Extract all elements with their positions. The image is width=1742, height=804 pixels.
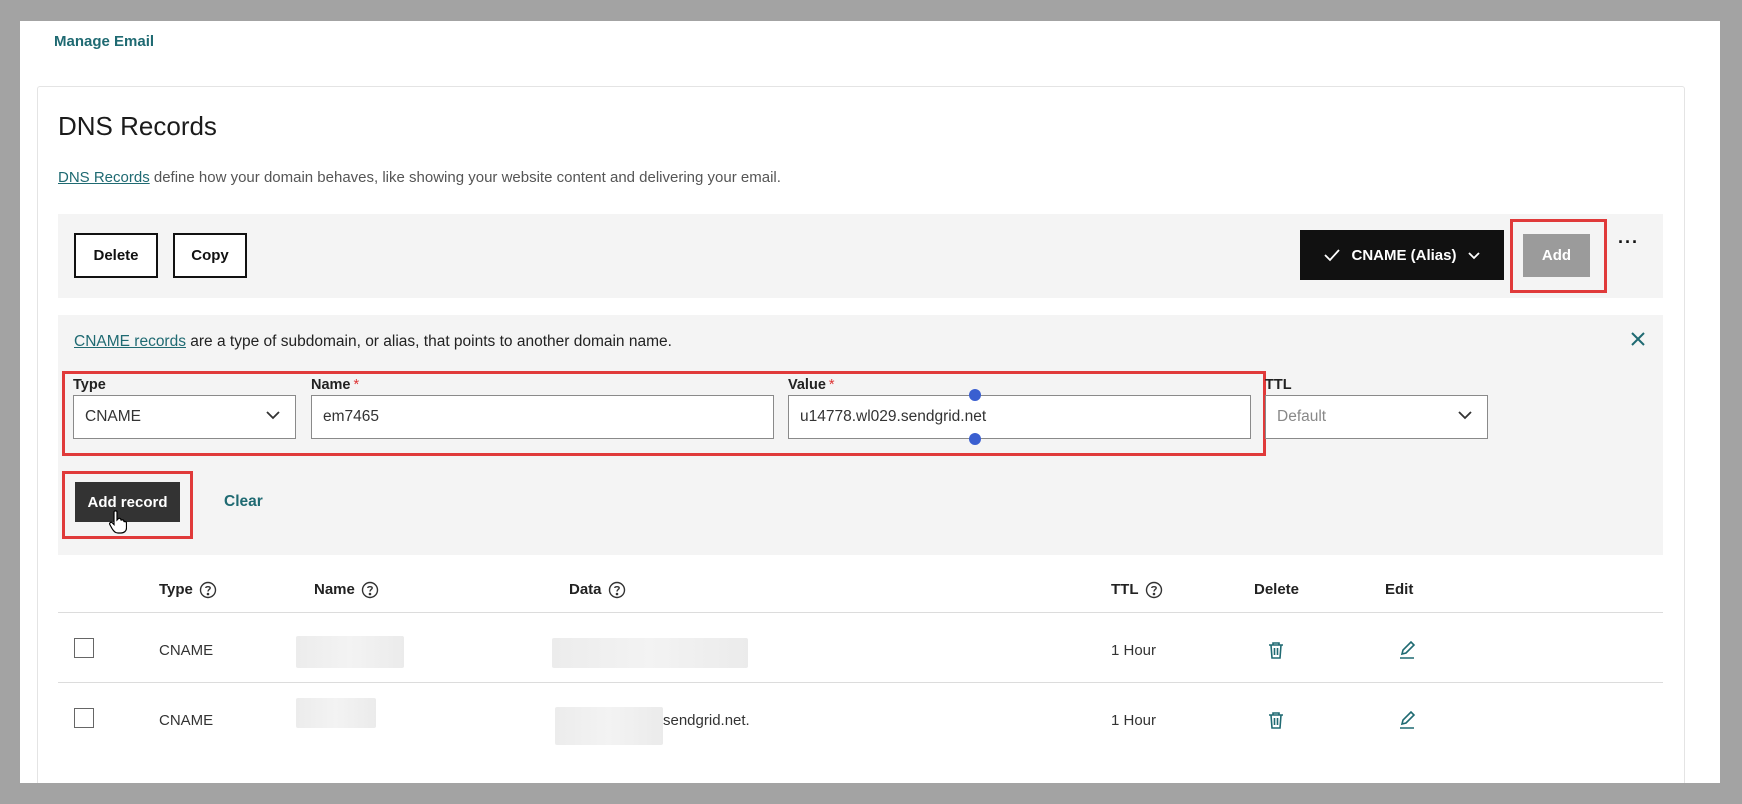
add-button[interactable]: Add — [1523, 234, 1590, 277]
type-select[interactable]: CNAME — [73, 395, 296, 439]
close-icon[interactable] — [1628, 329, 1648, 349]
header-delete: Delete — [1254, 581, 1300, 598]
table-row: CNAME 1 Hour — [58, 612, 1663, 690]
pencil-icon[interactable] — [1398, 710, 1416, 730]
value-label-text: Value — [788, 377, 826, 393]
type-select-value: CNAME — [85, 408, 141, 425]
row-type: CNAME — [159, 712, 214, 729]
cname-description: CNAME records are a type of subdomain, o… — [74, 333, 672, 351]
row-type: CNAME — [159, 642, 214, 659]
header-type-label: Type — [159, 581, 193, 598]
type-label: Type — [73, 377, 106, 393]
value-input-value: u14778.wl029.sendgrid.net — [800, 408, 987, 425]
add-record-button[interactable]: Add record — [75, 482, 180, 522]
row-data-suffix: sendgrid.net. — [663, 712, 750, 729]
checkmark-icon — [1324, 249, 1341, 262]
name-input[interactable]: em7465 — [311, 395, 774, 439]
help-icon[interactable] — [608, 581, 626, 599]
help-icon[interactable] — [199, 581, 217, 599]
copy-button[interactable]: Copy — [173, 233, 247, 278]
redacted-name — [296, 636, 404, 668]
cname-description-text: are a type of subdomain, or alias, that … — [185, 333, 672, 350]
pencil-icon[interactable] — [1398, 640, 1416, 660]
trash-icon[interactable] — [1267, 640, 1285, 660]
header-name: Name — [314, 567, 379, 612]
help-icon[interactable] — [361, 581, 379, 599]
records-toolbar: Delete Copy CNAME (Alias) Add ··· — [58, 214, 1663, 298]
clear-link[interactable]: Clear — [224, 493, 263, 511]
add-record-form: CNAME records are a type of subdomain, o… — [58, 315, 1663, 555]
row-ttl: 1 Hour — [1111, 712, 1157, 729]
table-row: CNAME sendgrid.net. 1 Hour — [58, 682, 1663, 760]
row-checkbox[interactable] — [74, 638, 94, 658]
header-type: Type — [159, 567, 217, 612]
required-mark: * — [353, 377, 360, 393]
text-selection-handle-top[interactable] — [969, 389, 981, 401]
ttl-label: TTL — [1265, 377, 1292, 393]
header-data: Data — [569, 567, 626, 612]
add-record-highlight: Add record — [62, 471, 193, 539]
manage-email-link[interactable]: Manage Email — [54, 33, 154, 50]
header-ttl: TTL — [1111, 567, 1163, 612]
header-data-label: Data — [569, 581, 602, 598]
value-label: Value * — [788, 377, 835, 393]
dns-records-card: DNS Records DNS Records define how your … — [37, 86, 1685, 783]
delete-button[interactable]: Delete — [74, 233, 158, 278]
name-label: Name * — [311, 377, 359, 393]
app-frame: Manage Email DNS Records DNS Records def… — [20, 21, 1720, 783]
chevron-down-icon — [1467, 251, 1480, 259]
row-checkbox[interactable] — [74, 708, 94, 728]
page-title: DNS Records — [58, 111, 217, 141]
dns-description: DNS Records define how your domain behav… — [58, 169, 781, 186]
dns-description-text: define how your domain behaves, like sho… — [149, 169, 781, 186]
record-type-selected: CNAME (Alias) — [1351, 246, 1457, 264]
help-icon[interactable] — [1145, 581, 1163, 599]
header-edit: Edit — [1385, 581, 1414, 598]
trash-icon[interactable] — [1267, 710, 1285, 730]
hand-pointer-cursor-icon — [109, 510, 127, 534]
chevron-down-icon — [1458, 411, 1472, 420]
value-input[interactable]: u14778.wl029.sendgrid.net — [788, 395, 1251, 439]
redacted-data — [552, 638, 748, 668]
dns-records-link[interactable]: DNS Records — [58, 169, 150, 186]
ttl-select-value: Default — [1277, 408, 1327, 425]
text-selection-handle-bottom[interactable] — [969, 433, 981, 445]
chevron-down-icon — [266, 411, 280, 420]
add-button-highlight: Add — [1510, 219, 1607, 293]
header-name-label: Name — [314, 581, 355, 598]
row-ttl: 1 Hour — [1111, 642, 1157, 659]
redacted-data — [555, 707, 663, 745]
name-input-value: em7465 — [323, 408, 380, 425]
more-options-icon[interactable]: ··· — [1618, 232, 1639, 253]
ttl-select[interactable]: Default — [1265, 395, 1488, 439]
cname-records-link[interactable]: CNAME records — [74, 333, 186, 350]
header-ttl-label: TTL — [1111, 581, 1139, 598]
name-label-text: Name — [311, 377, 351, 393]
redacted-name — [296, 698, 376, 728]
record-type-dropdown[interactable]: CNAME (Alias) — [1300, 230, 1504, 280]
required-mark: * — [828, 377, 835, 393]
